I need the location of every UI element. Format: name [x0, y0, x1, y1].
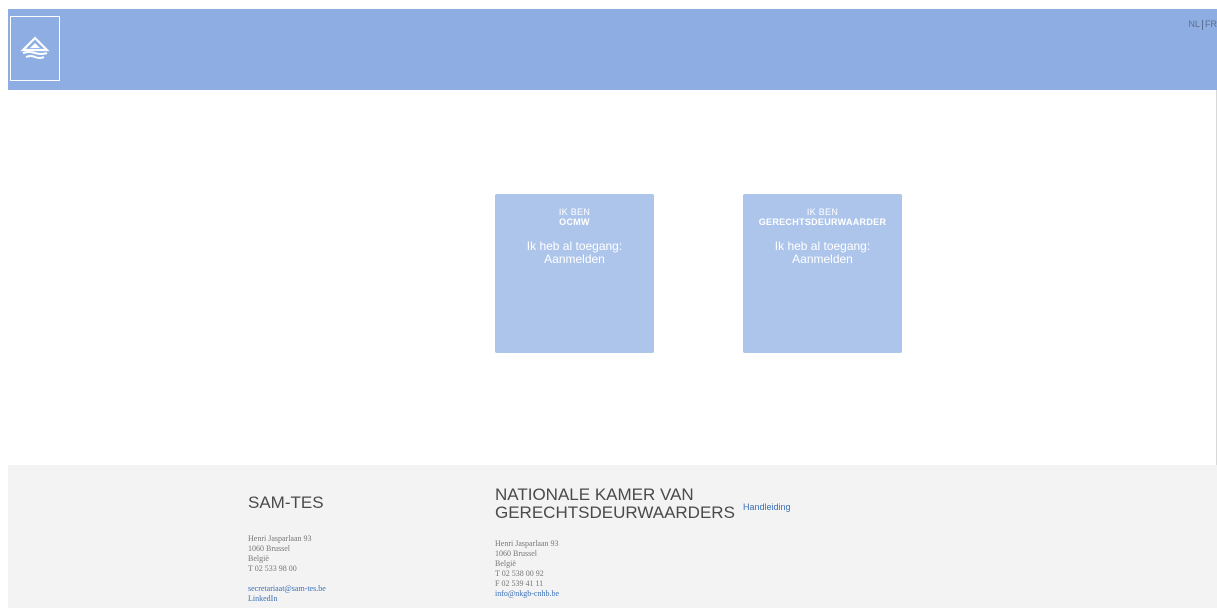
- footer-samtes-linkedin-link[interactable]: LinkedIn: [248, 594, 326, 604]
- address-line: T 02 533 98 00: [248, 564, 297, 573]
- header-bar: NL FR: [8, 9, 1217, 90]
- lang-separator: [1202, 19, 1203, 30]
- card-prefix: IK BEN: [558, 207, 591, 217]
- address-line: Henri Jasparlaan 93: [495, 539, 559, 548]
- address-line: F 02 539 41 11: [495, 579, 544, 588]
- address-line: België: [495, 559, 516, 568]
- card-login-link[interactable]: Aanmelden: [743, 253, 902, 266]
- address-line: 1060 Brussel: [495, 549, 537, 558]
- lang-nl-link[interactable]: NL: [1188, 19, 1200, 29]
- address-line: België: [248, 554, 269, 563]
- lang-fr-link[interactable]: FR: [1205, 19, 1217, 29]
- language-switcher: NL FR: [1188, 19, 1217, 30]
- footer-nkgb-title-line2: GERECHTSDEURWAARDERS: [495, 503, 735, 522]
- footer-nkgb-address: Henri Jasparlaan 93 1060 Brussel België …: [495, 539, 559, 599]
- card-ocmw[interactable]: IK BEN OCMW Ik heb al toegang: Aanmelden: [495, 194, 654, 353]
- footer: SAM-TES Henri Jasparlaan 93 1060 Brussel…: [8, 465, 1217, 608]
- card-gerechtsdeurwaarder[interactable]: IK BEN GERECHTSDEURWAARDER Ik heb al toe…: [743, 194, 902, 353]
- footer-nkgb-title-line1: NATIONALE KAMER VAN: [495, 485, 694, 504]
- footer-samtes-email-link[interactable]: secretariaat@sam-tes.be: [248, 584, 326, 594]
- address-line: Henri Jasparlaan 93: [248, 534, 312, 543]
- address-line: T 02 538 00 92: [495, 569, 544, 578]
- card-role: GERECHTSDEURWAARDER: [758, 217, 887, 227]
- home-logo[interactable]: [10, 16, 60, 81]
- card-login-link[interactable]: Aanmelden: [495, 253, 654, 266]
- footer-samtes-address: Henri Jasparlaan 93 1060 Brussel België …: [248, 534, 326, 604]
- card-role: OCMW: [559, 217, 590, 227]
- samtes-diamond-logo-icon: [20, 35, 50, 59]
- footer-manual-link[interactable]: Handleiding: [743, 502, 791, 512]
- footer-nkgb-email-link[interactable]: info@nkgb-cnhb.be: [495, 589, 559, 599]
- footer-nkgb-title: NATIONALE KAMER VAN GERECHTSDEURWAARDERS: [495, 486, 735, 522]
- address-line: 1060 Brussel: [248, 544, 290, 553]
- card-prefix: IK BEN: [806, 207, 839, 217]
- footer-samtes-title: SAM-TES: [248, 493, 324, 512]
